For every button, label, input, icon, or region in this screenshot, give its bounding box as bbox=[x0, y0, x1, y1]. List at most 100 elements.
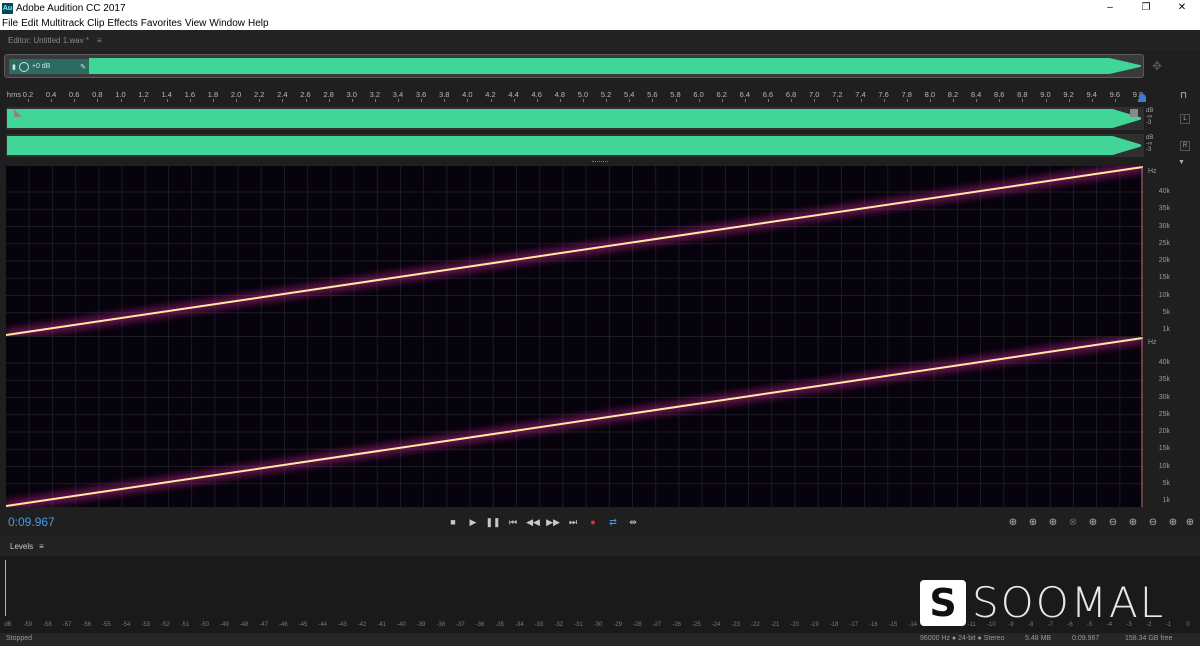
pause-button[interactable]: ❚❚ bbox=[484, 513, 502, 531]
level-scale-label: -45 bbox=[298, 622, 308, 628]
time-ruler[interactable]: hms 0.2 0.4 0.6 0.8 1.0 1.2 1.4 1.6 1.8 2.0 2.2 2.4… bbox=[6, 89, 1143, 102]
hud-volume-value: +0 dB bbox=[31, 63, 51, 70]
ruler-tick bbox=[860, 99, 862, 102]
playhead-marker-icon[interactable] bbox=[1139, 94, 1146, 102]
window-title: Adobe Audition CC 2017 bbox=[16, 2, 126, 14]
ruler-tick-label: 6.6 bbox=[762, 90, 774, 99]
ruler-tick-label: 2.4 bbox=[277, 90, 288, 99]
skip-selection-button[interactable]: ⇹ bbox=[624, 513, 642, 531]
zoom-to-selection-button[interactable]: ⊖ bbox=[1143, 514, 1163, 530]
hud-volume-control[interactable]: ▮ +0 dB ✎ bbox=[9, 59, 89, 74]
waveform-channel-left[interactable] bbox=[6, 107, 1144, 130]
close-button[interactable]: ✕ bbox=[1164, 0, 1200, 16]
menu-view[interactable]: View bbox=[185, 18, 207, 29]
zoom-in-time-button[interactable]: ⊕ bbox=[1043, 514, 1063, 530]
ruler-tick bbox=[606, 99, 608, 102]
loop-playback-button[interactable]: ⇄ bbox=[604, 513, 622, 531]
level-scale-label: dB bbox=[4, 622, 12, 628]
zoom-in-left-button[interactable]: ⊕ bbox=[1083, 514, 1103, 530]
ruler-tick bbox=[559, 99, 561, 102]
panel-divider-handle[interactable] bbox=[592, 161, 608, 164]
menu-file[interactable]: File bbox=[2, 18, 18, 29]
ruler-tick-label: 1.8 bbox=[207, 90, 219, 99]
menu-help[interactable]: Help bbox=[248, 18, 269, 29]
ruler-tick-label: 2.0 bbox=[230, 90, 242, 99]
ruler-tick-label: 2.8 bbox=[323, 90, 334, 99]
level-scale-label: -31 bbox=[573, 622, 583, 628]
menu-edit[interactable]: Edit bbox=[21, 18, 38, 29]
level-scale-label: -15 bbox=[888, 622, 898, 628]
go-to-start-button[interactable]: ⏮ bbox=[504, 513, 522, 531]
zoom-in-amplitude-button[interactable]: ⊕ bbox=[1003, 514, 1023, 530]
ruler-tick-label: 8.0 bbox=[924, 90, 936, 99]
level-scale-label: -20 bbox=[790, 622, 799, 628]
play-button[interactable]: ▶ bbox=[464, 513, 482, 531]
level-scale-label: -57 bbox=[62, 622, 72, 628]
level-scale-label: -32 bbox=[554, 622, 563, 628]
level-scale-label: -43 bbox=[337, 622, 347, 628]
transport-bar: 0:09.967 ■ ▶ ❚❚ ⏮ ◀◀ ▶▶ ⏭ ● ⇄ ⇹ ⊕ ⊕ ⊕ ⊗ … bbox=[0, 510, 1200, 534]
ruler-tick bbox=[906, 99, 908, 102]
ruler-unit: hms bbox=[6, 90, 22, 99]
spectral-display-right[interactable] bbox=[6, 337, 1143, 507]
level-scale-label: -27 bbox=[652, 622, 662, 628]
ruler-tick-label: 1.0 bbox=[115, 90, 126, 99]
fade-out-handle-icon[interactable] bbox=[1130, 109, 1138, 117]
ruler-tick-label: 7.4 bbox=[855, 90, 866, 99]
zoom-out-amplitude-button[interactable]: ⊕ bbox=[1023, 514, 1043, 530]
stop-button[interactable]: ■ bbox=[444, 513, 462, 531]
spectral-display-left[interactable] bbox=[6, 166, 1143, 336]
zoom-reset-button[interactable]: ⊗ bbox=[1063, 514, 1083, 530]
level-scale-label: -44 bbox=[318, 622, 327, 628]
menu-favorites[interactable]: Favorites bbox=[141, 18, 182, 29]
ruler-tick bbox=[929, 99, 931, 102]
ruler-tick-label: 5.0 bbox=[577, 90, 589, 99]
ruler-tick-label: 7.0 bbox=[809, 90, 820, 99]
rewind-button[interactable]: ◀◀ bbox=[524, 513, 542, 531]
hz-tick-label: 1k bbox=[1162, 497, 1170, 504]
ruler-tick bbox=[1022, 99, 1024, 102]
overview-navigator[interactable]: ▮ +0 dB ✎ bbox=[4, 54, 1144, 78]
overview-waveform bbox=[89, 58, 1141, 74]
menu-clip[interactable]: Clip bbox=[87, 18, 104, 29]
editor-panel-tab[interactable]: Editor: Untitled 1.wav * ≡ bbox=[0, 30, 1200, 50]
hz-tick-label: 40k bbox=[1158, 359, 1170, 366]
record-button[interactable]: ● bbox=[584, 513, 602, 531]
channel-right-toggle[interactable]: R bbox=[1180, 141, 1190, 151]
snap-icon[interactable]: ⊓ bbox=[1180, 90, 1187, 101]
ruler-tick-label: 7.6 bbox=[878, 90, 889, 99]
ruler-tick bbox=[282, 99, 284, 102]
zoom-navigator-icon[interactable]: ✥ bbox=[1152, 59, 1162, 73]
menu-multitrack[interactable]: Multitrack bbox=[41, 18, 84, 29]
editor-tab-menu-icon[interactable]: ≡ bbox=[97, 36, 102, 45]
maximize-button[interactable]: ❐ bbox=[1128, 0, 1164, 16]
ruler-tick-label: 7.8 bbox=[901, 90, 912, 99]
levels-menu-icon[interactable]: ≡ bbox=[39, 542, 44, 551]
ruler-tick-label: 5.4 bbox=[624, 90, 635, 99]
level-scale-label: -53 bbox=[141, 622, 150, 628]
spectral-svg-right bbox=[6, 337, 1143, 507]
current-time-display[interactable]: 0:09.967 bbox=[8, 515, 55, 529]
zoom-out-frequency-button[interactable]: ⊕ bbox=[1180, 514, 1200, 530]
fade-in-handle-icon[interactable] bbox=[14, 109, 22, 117]
ruler-tick bbox=[814, 99, 816, 102]
menu-window[interactable]: Window bbox=[209, 18, 245, 29]
fast-forward-button[interactable]: ▶▶ bbox=[544, 513, 562, 531]
channel-left-toggle[interactable]: L bbox=[1180, 114, 1190, 124]
levels-panel-tab[interactable]: Levels ≡ bbox=[0, 536, 1200, 556]
menu-effects[interactable]: Effects bbox=[107, 18, 137, 29]
minimize-button[interactable]: – bbox=[1092, 0, 1128, 16]
ruler-tick-label: 4.6 bbox=[531, 90, 542, 99]
ruler-tick bbox=[536, 99, 538, 102]
volume-knob-icon[interactable] bbox=[18, 61, 29, 72]
go-to-end-button[interactable]: ⏭ bbox=[564, 513, 582, 531]
ruler-tick bbox=[51, 99, 53, 102]
waveform-channel-right[interactable] bbox=[6, 134, 1144, 157]
frequency-axis-left: Hz 40k 35k 30k 25k 20k 15k 10k 5k 1k bbox=[1146, 166, 1170, 336]
zoom-out-full-button[interactable]: ⊖ bbox=[1103, 514, 1123, 530]
hz-unit-label: Hz bbox=[1148, 339, 1157, 346]
zoom-in-right-button[interactable]: ⊕ bbox=[1123, 514, 1143, 530]
ruler-tick-label: 3.0 bbox=[346, 90, 357, 99]
collapse-arrow-icon[interactable]: ▼ bbox=[1178, 159, 1185, 166]
pin-icon[interactable]: ✎ bbox=[80, 63, 86, 71]
